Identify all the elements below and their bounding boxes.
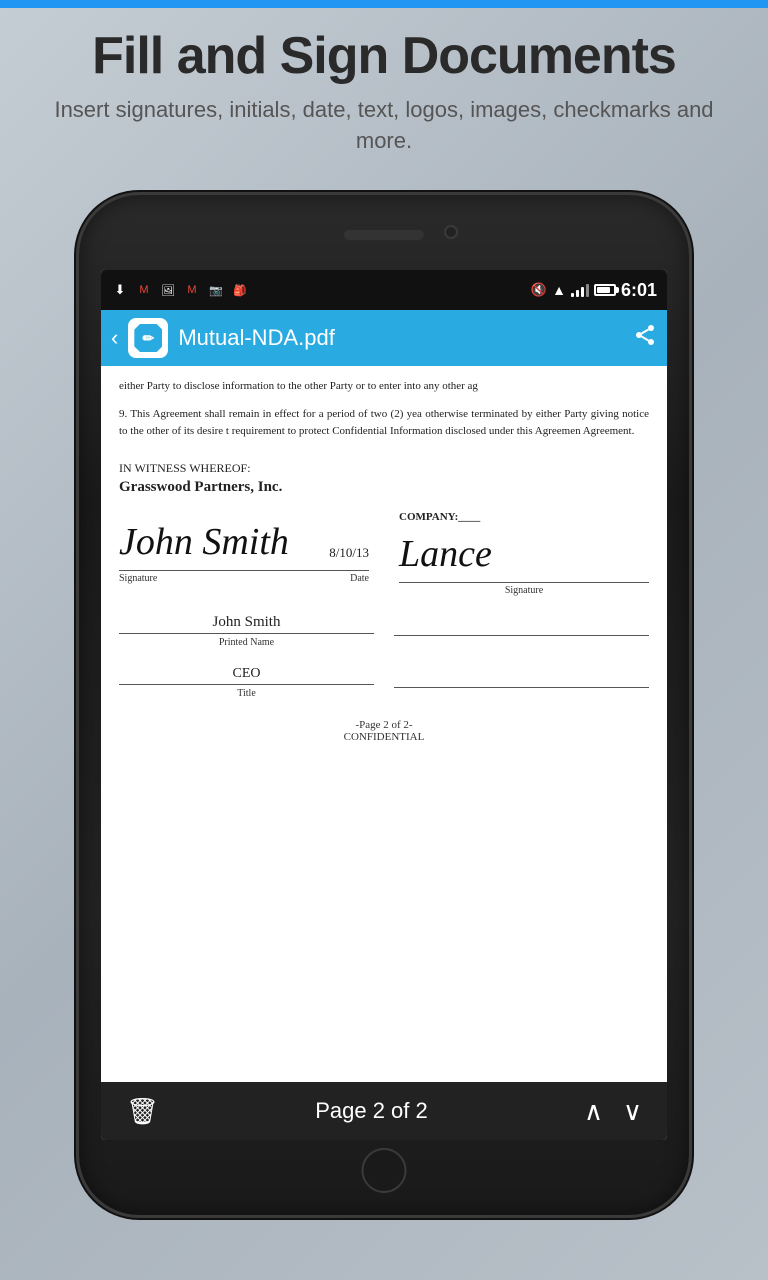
title-value: CEO bbox=[119, 666, 374, 682]
doc-witness-header: IN WITNESS WHEREOF: Grasswood Partners, … bbox=[119, 461, 649, 496]
printed-name-label: Printed Name bbox=[119, 637, 374, 648]
doc-paragraph1: either Party to disclose information to … bbox=[119, 378, 649, 396]
image-icon: 🖼 bbox=[159, 281, 177, 299]
nav-arrows: ∧ ∨ bbox=[584, 1096, 642, 1127]
printed-name: John Smith bbox=[119, 614, 374, 631]
mute-icon: 🔇 bbox=[531, 282, 547, 298]
bottom-nav: 🗑 Page 2 of 2 ∧ ∨ bbox=[101, 1082, 667, 1140]
signature1-image: John Smith bbox=[119, 511, 289, 566]
camera-icon: 📷 bbox=[207, 281, 225, 299]
signature-left: John Smith 8/10/13 Signature Date bbox=[119, 511, 369, 596]
header-area: Fill and Sign Documents Insert signature… bbox=[0, 18, 768, 167]
signature2-image: Lance bbox=[399, 523, 649, 578]
signature1-date: 8/10/13 bbox=[329, 545, 369, 566]
doc-footer: -Page 2 of 2- CONFIDENTIAL bbox=[119, 719, 649, 743]
date-label: Date bbox=[350, 573, 369, 584]
gmail2-icon: M bbox=[183, 281, 201, 299]
back-button[interactable]: ‹ bbox=[111, 325, 118, 351]
company-label: COMPANY:____ bbox=[399, 511, 649, 523]
signature2-label: Signature bbox=[399, 585, 649, 596]
title-label: Title bbox=[119, 688, 374, 699]
signature2-line bbox=[399, 582, 649, 583]
printed-name-line bbox=[119, 633, 374, 634]
document-content: either Party to disclose information to … bbox=[101, 366, 667, 1082]
prev-page-button[interactable]: ∧ bbox=[584, 1096, 603, 1127]
witness-header-text: IN WITNESS WHEREOF: bbox=[119, 461, 649, 476]
app-toolbar: ‹ ✏ Mutual-NDA.pdf bbox=[101, 310, 667, 366]
page-info: Page 2 of 2 bbox=[315, 1098, 428, 1124]
footer-line1: -Page 2 of 2- bbox=[119, 719, 649, 731]
signature-right: COMPANY:____ Lance Signature bbox=[389, 511, 649, 596]
status-icons-left: ⬇ M 🖼 M 📷 🎒 bbox=[111, 281, 249, 299]
page-subtitle: Insert signatures, initials, date, text,… bbox=[40, 95, 728, 157]
phone-screen: ⬇ M 🖼 M 📷 🎒 🔇 ▲ 6:01 bbox=[101, 270, 667, 1140]
download-icon: ⬇ bbox=[111, 281, 129, 299]
share-button[interactable] bbox=[633, 323, 657, 353]
app-icon-box: ✏ bbox=[128, 318, 168, 358]
wifi-icon: ▲ bbox=[552, 282, 566, 298]
trash-button[interactable]: 🗑 bbox=[126, 1096, 159, 1127]
phone-speaker bbox=[344, 230, 424, 240]
phone-home-button[interactable] bbox=[362, 1148, 407, 1193]
battery-icon bbox=[594, 284, 616, 296]
toolbar-filename: Mutual-NDA.pdf bbox=[178, 325, 623, 351]
bag-icon: 🎒 bbox=[231, 281, 249, 299]
doc-company-name: Grasswood Partners, Inc. bbox=[119, 479, 649, 496]
top-accent-bar bbox=[0, 0, 768, 8]
signature1-label: Signature bbox=[119, 573, 157, 584]
phone-device: ⬇ M 🖼 M 📷 🎒 🔇 ▲ 6:01 bbox=[79, 195, 689, 1215]
signal-bars bbox=[571, 283, 589, 297]
sig-row: John Smith 8/10/13 bbox=[119, 511, 369, 566]
phone-camera bbox=[444, 225, 458, 239]
status-icons-right: 🔇 ▲ 6:01 bbox=[531, 280, 657, 301]
signature-section: John Smith 8/10/13 Signature Date COMPAN… bbox=[119, 511, 649, 596]
gmail-icon: M bbox=[135, 281, 153, 299]
status-time: 6:01 bbox=[621, 280, 657, 301]
app-icon: ✏ bbox=[134, 324, 162, 352]
doc-paragraph2: 9. This Agreement shall remain in effect… bbox=[119, 406, 649, 441]
title-line bbox=[119, 684, 374, 685]
page-title: Fill and Sign Documents bbox=[40, 28, 728, 85]
footer-line2: CONFIDENTIAL bbox=[119, 731, 649, 743]
next-page-button[interactable]: ∨ bbox=[623, 1096, 642, 1127]
status-bar: ⬇ M 🖼 M 📷 🎒 🔇 ▲ 6:01 bbox=[101, 270, 667, 310]
